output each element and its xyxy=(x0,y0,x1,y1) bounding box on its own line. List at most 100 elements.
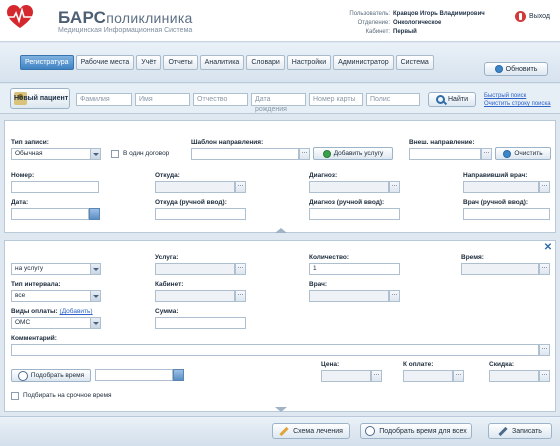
payment-select[interactable]: ОМС xyxy=(11,317,101,329)
exit-button[interactable]: Выход xyxy=(515,11,550,22)
collapse-up-icon[interactable] xyxy=(275,228,287,233)
comment-field[interactable] xyxy=(11,344,539,356)
one-contract-checkbox[interactable] xyxy=(111,150,119,158)
doctor-label: Врач: xyxy=(309,281,328,288)
clear-button[interactable]: Очистить xyxy=(495,147,551,160)
discount-field[interactable] xyxy=(489,370,539,382)
time-picker[interactable]: ... xyxy=(539,263,550,275)
tab-analytics[interactable]: Аналитика xyxy=(199,55,245,70)
one-contract-label: В один договор xyxy=(123,150,170,157)
card-number-field[interactable]: Номер карты xyxy=(309,93,363,106)
number-field[interactable] xyxy=(11,181,99,193)
doctor-field[interactable] xyxy=(309,290,389,302)
referring-doctor-label: Направивший врач: xyxy=(463,172,528,179)
to-pay-label: К оплате: xyxy=(403,361,434,368)
clock-icon xyxy=(17,370,28,381)
tab-registratura[interactable]: Регистратура xyxy=(20,55,74,70)
interval-type-select[interactable]: все xyxy=(11,290,101,302)
cabinet-field[interactable] xyxy=(155,290,235,302)
service-picker[interactable]: ... xyxy=(235,263,246,275)
search-links: Быстрый поиск Очистить строку поиска xyxy=(484,92,551,108)
diagnosis-manual-field[interactable] xyxy=(309,208,400,220)
quantity-field[interactable]: 1 xyxy=(309,263,400,275)
refresh-icon xyxy=(494,65,503,73)
number-label: Номер: xyxy=(11,172,35,179)
add-payment-link[interactable]: (Добавить) xyxy=(60,308,93,315)
add-service-button[interactable]: Добавить услугу xyxy=(313,147,393,160)
user-department: Онкологическое xyxy=(393,20,442,26)
quick-search-link[interactable]: Быстрый поиск xyxy=(484,92,551,100)
comment-picker[interactable]: ... xyxy=(539,344,550,356)
find-button[interactable]: Найти xyxy=(428,92,476,107)
pick-time-field[interactable] xyxy=(95,369,173,381)
chevron-down-icon xyxy=(90,149,100,159)
price-picker[interactable]: ... xyxy=(371,370,382,382)
refresh-button[interactable]: Обновить xyxy=(484,62,548,76)
time-field[interactable] xyxy=(461,263,539,275)
patronymic-field[interactable]: Отчество xyxy=(193,93,248,106)
birthdate-field[interactable]: Дата рождения xyxy=(251,93,306,113)
referring-doctor-field[interactable] xyxy=(463,181,539,193)
new-patient-button[interactable]: Новый пациент xyxy=(10,88,70,109)
record-type-select[interactable]: Обычная xyxy=(11,148,101,160)
treatment-scheme-button[interactable]: Схема лечения xyxy=(272,423,350,439)
urgent-label: Подбирать на срочное время xyxy=(23,392,112,399)
service-type-select[interactable]: на услугу xyxy=(11,263,101,275)
discount-label: Скидка: xyxy=(489,361,515,368)
chevron-down-icon xyxy=(90,291,100,301)
from-label: Откуда: xyxy=(155,172,180,179)
tab-settings[interactable]: Настройки xyxy=(286,55,332,70)
payment-label: Виды оплаты: (Добавить) xyxy=(11,308,93,315)
patient-search-bar: Новый пациент Фамилия Имя Отчество Дата … xyxy=(0,84,560,114)
discount-picker[interactable]: ... xyxy=(539,370,550,382)
from-field[interactable] xyxy=(155,181,235,193)
from-picker[interactable]: ... xyxy=(235,181,246,193)
tab-system[interactable]: Система xyxy=(395,55,434,70)
record-type-label: Тип записи: xyxy=(11,139,49,146)
surname-field[interactable]: Фамилия xyxy=(76,93,132,106)
user-info: Пользователь: Кравцов Игорь Владимирович … xyxy=(295,10,505,37)
price-field[interactable] xyxy=(321,370,371,382)
to-pay-field[interactable] xyxy=(403,370,453,382)
search-icon xyxy=(436,95,445,104)
pick-time-all-button[interactable]: Подобрать время для всех xyxy=(360,423,472,439)
referring-doctor-picker[interactable]: ... xyxy=(539,181,550,193)
tab-administrator[interactable]: Администратор xyxy=(333,55,394,70)
date-field[interactable] xyxy=(11,208,89,220)
save-button[interactable]: Записать xyxy=(488,423,552,439)
tab-dictionaries[interactable]: Словари xyxy=(246,55,285,70)
collapse-down-icon[interactable] xyxy=(275,407,287,412)
tab-reports[interactable]: Отчеты xyxy=(163,55,198,70)
urgent-checkbox[interactable] xyxy=(11,392,19,400)
calendar-icon[interactable] xyxy=(89,208,100,220)
template-field[interactable] xyxy=(191,148,299,160)
doctor-manual-field[interactable] xyxy=(463,208,550,220)
service-panel: ✕ на услугу Услуга: ... Количество: 1 Вр… xyxy=(4,240,556,412)
diagnosis-picker[interactable]: ... xyxy=(389,181,400,193)
heart-logo-icon xyxy=(7,5,33,28)
external-referral-field[interactable] xyxy=(409,148,481,160)
to-pay-picker[interactable]: ... xyxy=(453,370,464,382)
from-manual-field[interactable] xyxy=(155,208,246,220)
external-referral-picker[interactable]: ... xyxy=(481,148,492,160)
sum-field[interactable] xyxy=(155,317,246,329)
policy-field[interactable]: Полис xyxy=(366,93,420,106)
doctor-picker[interactable]: ... xyxy=(389,290,400,302)
pick-time-button[interactable]: Подобрать время xyxy=(11,369,91,382)
clear-search-link[interactable]: Очистить строку поиска xyxy=(484,100,551,108)
name-field[interactable]: Имя xyxy=(135,93,190,106)
calendar-icon[interactable] xyxy=(173,369,184,381)
pen-icon xyxy=(498,426,508,436)
nav-tabs: Регистратура Рабочие места Учёт Отчеты А… xyxy=(20,55,434,70)
service-field[interactable] xyxy=(155,263,235,275)
diagnosis-label: Диагноз: xyxy=(309,172,338,179)
diagnosis-field[interactable] xyxy=(309,181,389,193)
tab-workplaces[interactable]: Рабочие места xyxy=(75,55,135,70)
template-picker-button[interactable]: ... xyxy=(299,148,310,160)
brand-title: БАРСполиклиника xyxy=(58,8,193,27)
close-icon[interactable]: ✕ xyxy=(543,243,553,253)
service-label: Услуга: xyxy=(155,254,179,261)
tab-accounting[interactable]: Учёт xyxy=(136,55,162,70)
pencil-icon xyxy=(279,426,289,436)
cabinet-picker[interactable]: ... xyxy=(235,290,246,302)
